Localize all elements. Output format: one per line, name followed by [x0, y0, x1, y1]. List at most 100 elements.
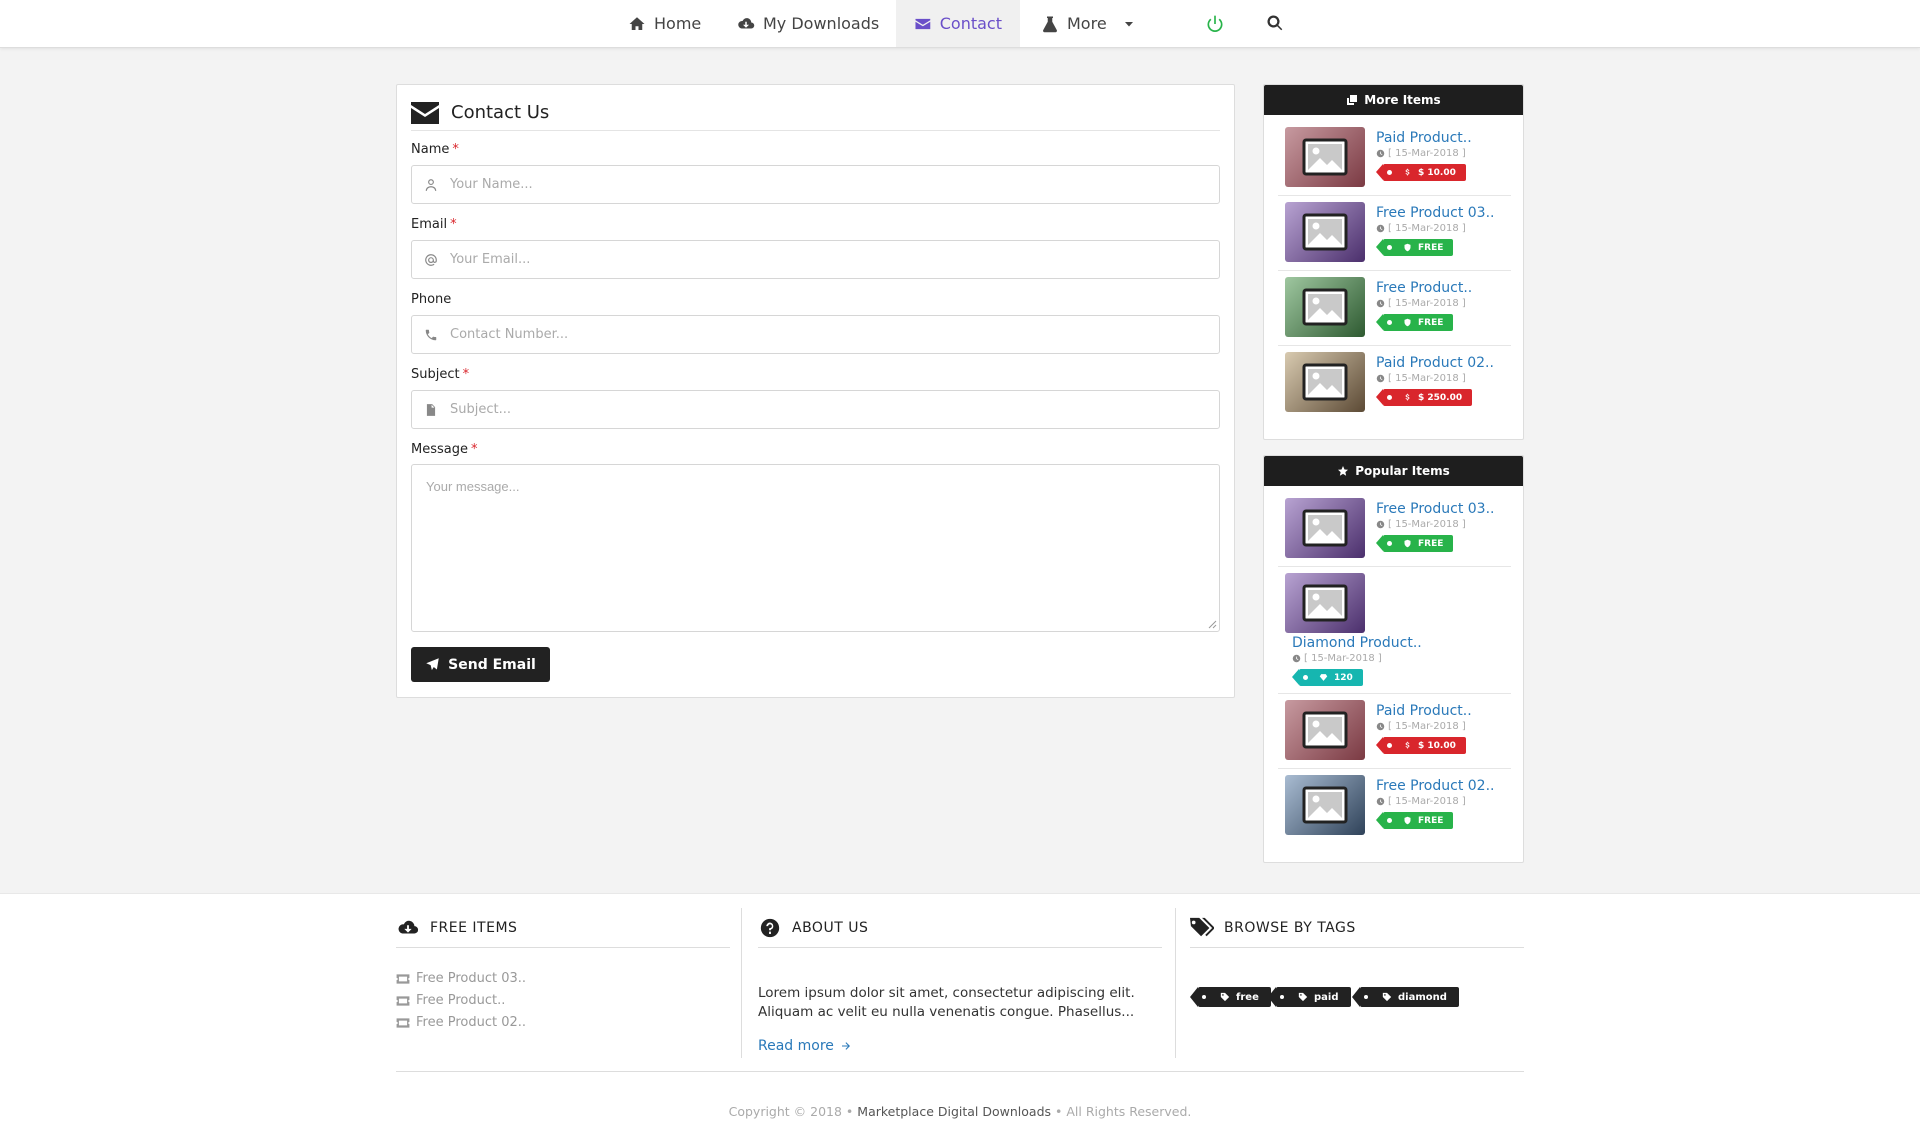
envelope-icon	[915, 18, 931, 29]
message-textarea[interactable]: Your message...	[411, 464, 1220, 632]
top-navbar: Home My Downloads Contact More	[0, 0, 1920, 48]
caret-down-icon	[1124, 21, 1133, 26]
at-icon	[425, 253, 437, 266]
item-title[interactable]: Free Product..	[1376, 280, 1472, 296]
send-email-button[interactable]: Send Email	[411, 647, 550, 682]
product-thumbnail[interactable]	[1285, 775, 1365, 835]
email-label: Email *	[411, 217, 457, 232]
contact-form-panel: Contact Us Name * Your Name... Email * You…	[396, 84, 1235, 698]
cloud-download-icon	[398, 920, 419, 933]
list-item[interactable]: Paid Product 02.. [ 15-Mar-2018 ] $ 250.…	[1278, 346, 1511, 421]
arrow-right-icon	[841, 1042, 850, 1050]
clock-icon	[1376, 224, 1385, 233]
popular-items-panel: Popular Items Free Product 03.. [ 15-Mar…	[1263, 455, 1524, 863]
product-thumbnail[interactable]	[1285, 573, 1365, 633]
phone-field[interactable]: Contact Number...	[411, 315, 1220, 354]
more-items-panel: More Items Paid Product.. [ 15-Mar-2018 …	[1263, 84, 1524, 440]
email-placeholder: Your Email...	[450, 252, 531, 267]
item-title[interactable]: Paid Product..	[1376, 130, 1472, 146]
copyright-suffix: • All Rights Reserved.	[1055, 1104, 1192, 1119]
nav-my-downloads-label: My Downloads	[763, 14, 880, 33]
nav-more-dropdown[interactable]: More	[1041, 0, 1135, 47]
list-item[interactable]: Paid Product.. [ 15-Mar-2018 ] $ 10.00	[1278, 694, 1511, 769]
product-thumbnail[interactable]	[1285, 700, 1365, 760]
nav-contact[interactable]: Contact	[896, 0, 1020, 47]
nav-home[interactable]: Home	[628, 0, 701, 47]
list-item[interactable]: Diamond Product.. [ 15-Mar-2018 ] 120	[1278, 567, 1511, 694]
list-item[interactable]: Free Product 03.. [ 15-Mar-2018 ] FREE	[1278, 492, 1511, 567]
nav-contact-label: Contact	[939, 14, 1002, 33]
item-title[interactable]: Free Product 03..	[1376, 205, 1494, 221]
product-thumbnail[interactable]	[1285, 498, 1365, 558]
nav-home-label: Home	[654, 14, 702, 33]
search-button[interactable]	[1266, 14, 1286, 34]
item-title[interactable]: Paid Product 02..	[1376, 355, 1494, 371]
phone-placeholder: Contact Number...	[450, 327, 569, 342]
clock-icon	[1376, 722, 1385, 731]
product-thumbnail[interactable]	[1285, 352, 1365, 412]
list-item[interactable]: Free Product 02.. [ 15-Mar-2018 ] FREE	[1278, 769, 1511, 844]
nav-my-downloads[interactable]: My Downloads	[737, 0, 879, 47]
product-thumbnail[interactable]	[1285, 127, 1365, 187]
message-placeholder: Your message...	[426, 479, 520, 494]
item-date: [ 15-Mar-2018 ]	[1376, 519, 1466, 530]
clock-icon	[1376, 149, 1385, 158]
subject-field[interactable]: Subject...	[411, 390, 1220, 429]
name-field[interactable]: Your Name...	[411, 165, 1220, 204]
power-button[interactable]	[1205, 14, 1225, 34]
tag-free[interactable]: free	[1190, 987, 1271, 1007]
free-badge: FREE	[1375, 314, 1454, 331]
item-title[interactable]: Free Product 03..	[1376, 501, 1494, 517]
footer-divider	[1175, 908, 1176, 1058]
list-item[interactable]: Free Product.. [ 15-Mar-2018 ] FREE	[1278, 271, 1511, 346]
tag-icon	[1298, 992, 1308, 1002]
nav-more-label: More	[1067, 14, 1107, 33]
price-badge: $ 10.00	[1376, 164, 1466, 181]
power-icon	[1207, 15, 1223, 32]
image-icon	[1302, 509, 1348, 547]
diamond-icon	[1319, 674, 1328, 681]
footer: FREE ITEMS Free Product 03.. Free Produc…	[0, 893, 1920, 1148]
item-date: [ 15-Mar-2018 ]	[1376, 298, 1466, 309]
copyright-prefix: Copyright © 2018 •	[728, 1104, 854, 1119]
dollar-icon	[1405, 168, 1410, 176]
envelope-icon	[411, 101, 439, 124]
file-icon	[426, 403, 436, 416]
image-icon	[1302, 138, 1348, 176]
contact-title: Contact Us	[451, 102, 550, 123]
list-item[interactable]: Free Product 03.. [ 15-Mar-2018 ] FREE	[1278, 196, 1511, 271]
item-date: [ 15-Mar-2018 ]	[1292, 653, 1382, 664]
footer-free-item[interactable]: Free Product 02..	[396, 1015, 526, 1030]
clock-icon	[1292, 654, 1301, 663]
dollar-icon	[1405, 393, 1410, 401]
list-item[interactable]: Paid Product.. [ 15-Mar-2018 ] $ 10.00	[1278, 121, 1511, 196]
phone-icon	[425, 329, 437, 340]
image-icon	[1302, 711, 1348, 749]
read-more-link[interactable]: Read more	[758, 1038, 852, 1054]
item-title[interactable]: Paid Product..	[1376, 703, 1472, 719]
resize-grip-icon[interactable]	[1207, 619, 1217, 629]
item-title[interactable]: Diamond Product..	[1292, 635, 1422, 651]
user-icon	[425, 178, 437, 191]
footer-free-item[interactable]: Free Product 03..	[396, 971, 526, 986]
diamond-badge: 120	[1292, 669, 1363, 686]
product-thumbnail[interactable]	[1285, 277, 1365, 337]
email-field[interactable]: Your Email...	[411, 240, 1220, 279]
footer-free-item[interactable]: Free Product..	[396, 993, 505, 1008]
clock-icon	[1376, 520, 1385, 529]
brand-link[interactable]: Marketplace Digital Downloads	[857, 1104, 1051, 1119]
tag-diamond[interactable]: diamond	[1352, 987, 1459, 1007]
tags-icon	[1190, 917, 1214, 936]
product-thumbnail[interactable]	[1285, 202, 1365, 262]
item-title[interactable]: Free Product 02..	[1376, 778, 1494, 794]
flask-icon	[1043, 16, 1057, 32]
free-badge: FREE	[1375, 535, 1454, 552]
item-date: [ 15-Mar-2018 ]	[1376, 721, 1466, 732]
shield-icon	[1404, 816, 1411, 825]
price-badge: $ 10.00	[1376, 737, 1466, 754]
price-badge: $ 250.00	[1375, 389, 1473, 406]
item-date: [ 15-Mar-2018 ]	[1376, 796, 1466, 807]
tag-icon	[1220, 992, 1230, 1002]
message-label: Message *	[411, 442, 478, 457]
tag-paid[interactable]: paid	[1268, 987, 1351, 1007]
